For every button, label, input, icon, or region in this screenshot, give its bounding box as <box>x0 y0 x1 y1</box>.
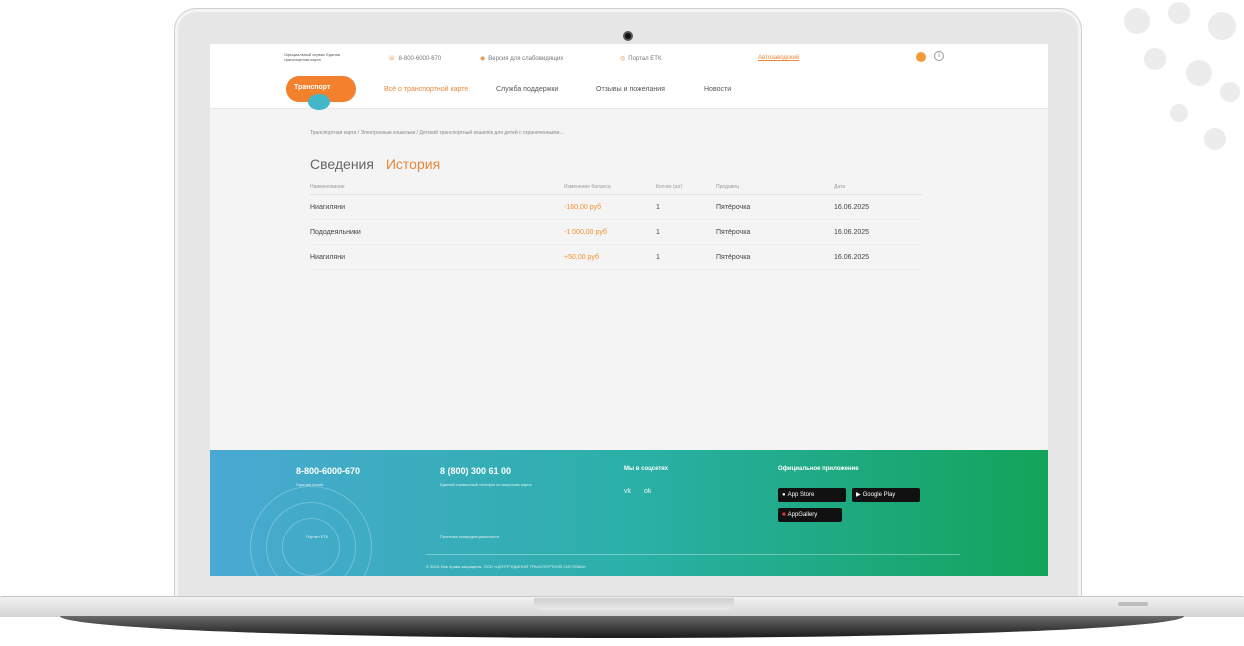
decorative-dots <box>1084 0 1244 200</box>
vk-icon[interactable]: vk <box>624 488 631 495</box>
laptop-bottom <box>60 616 1184 638</box>
row-name: Ниагиляни <box>310 244 564 270</box>
site-footer: 8-800-6000-670 Горячая линия 8 (800) 300… <box>210 450 1048 576</box>
col-seller-header: Продавец <box>716 184 834 195</box>
footer-apps-title: Официальное приложение <box>778 466 859 472</box>
user-icon[interactable]: i <box>934 51 944 61</box>
accessibility-link[interactable]: ◉ Версия для слабовидящих <box>480 55 563 62</box>
col-amount-header: Изменение баланса <box>564 184 656 195</box>
footer-social-title: Мы в соцсетях <box>624 466 669 472</box>
row-qty: 1 <box>656 244 716 270</box>
brand-note: Официальный сервис Единая транспортная к… <box>284 52 340 62</box>
notification-icon[interactable] <box>916 52 926 62</box>
footer-hotline-note: Горячая линия <box>296 482 324 487</box>
breadcrumb[interactable]: Транспортная карта / Электронные кошельк… <box>310 130 564 136</box>
table-row: Пододеяльники -1 000,00 руб 1 Пятёрочка … <box>310 219 922 245</box>
eye-icon: ◉ <box>480 56 486 62</box>
huawei-icon: ■ <box>782 512 786 518</box>
nav-item-transport-card[interactable]: Всё о транспортной карте <box>384 86 468 93</box>
row-seller: Пятёрочка <box>716 194 834 220</box>
col-name-header: Наименование <box>310 184 564 195</box>
logo-text: Транспорт <box>294 84 331 91</box>
row-qty: 1 <box>656 194 716 220</box>
row-qty: 1 <box>656 219 716 245</box>
nav-item-feedback[interactable]: Отзывы и пожелания <box>596 86 665 93</box>
laptop-indicator <box>1118 602 1148 606</box>
app-gallery-button[interactable]: ■ AppGallery <box>778 508 842 522</box>
row-seller: Пятёрочка <box>716 219 834 245</box>
footer-info-phone[interactable]: 8 (800) 300 61 00 <box>440 466 511 476</box>
laptop-hinge-notch <box>534 598 734 610</box>
footer-divider <box>426 554 960 555</box>
footer-info-note: Единый справочный телефон по вопросам ка… <box>440 482 532 487</box>
nav-item-news[interactable]: Новости <box>704 86 731 93</box>
play-icon: ▶ <box>856 492 861 498</box>
row-date: 16.06.2025 <box>834 244 922 270</box>
row-amount: -1 000,00 руб <box>564 219 656 245</box>
table-row: Ниагиляни +50,00 руб 1 Пятёрочка 16.06.2… <box>310 244 922 270</box>
phone-icon: ☏ <box>388 56 396 62</box>
google-play-button[interactable]: ▶ Google Play <box>852 488 920 502</box>
top-utility-bar: Официальный сервис Единая транспортная к… <box>210 44 1048 73</box>
portal-icon: ◎ <box>620 56 626 62</box>
ok-icon[interactable]: ok <box>644 488 651 495</box>
camera-icon <box>623 31 633 41</box>
table-header-row: Наименование Изменение баланса Кол-во (ш… <box>310 184 922 195</box>
logo[interactable]: Транспорт <box>286 76 356 110</box>
footer-copyright: © 2025. Все права защищены. ООО «ЦЕНТР Е… <box>426 564 587 569</box>
row-seller: Пятёрочка <box>716 244 834 270</box>
apple-icon: ● <box>782 492 786 498</box>
hotline-link[interactable]: ☏ 8-800-6000-670 <box>388 55 441 62</box>
footer-portal-link[interactable]: Портал ЕТК <box>306 534 328 539</box>
tab-info[interactable]: Сведения <box>310 156 374 172</box>
portal-link[interactable]: ◎ Портал ЕТК <box>620 55 661 62</box>
footer-hotline-phone[interactable]: 8-800-6000-670 <box>296 466 360 476</box>
main-nav: Транспорт Всё о транспортной карте Служб… <box>210 72 1048 110</box>
col-qty-header: Кол-во (шт) <box>656 184 716 195</box>
row-name: Ниагиляни <box>310 194 564 220</box>
tab-history[interactable]: История <box>386 156 440 172</box>
row-date: 16.06.2025 <box>834 219 922 245</box>
col-date-header: Дата <box>834 184 922 195</box>
row-amount: +50,00 руб <box>564 244 656 270</box>
row-amount: -160,00 руб <box>564 194 656 220</box>
table-row: Ниагиляни -160,00 руб 1 Пятёрочка 16.06.… <box>310 194 922 220</box>
laptop-screen: Официальный сервис Единая транспортная к… <box>210 44 1048 576</box>
nav-item-support[interactable]: Служба поддержки <box>496 86 558 93</box>
city-selector[interactable]: Автозаводский <box>758 55 799 61</box>
decorative-rings <box>282 518 340 576</box>
row-name: Пододеяльники <box>310 219 564 245</box>
app-store-button[interactable]: ● App Store <box>778 488 846 502</box>
row-date: 16.06.2025 <box>834 194 922 220</box>
footer-privacy-link[interactable]: Политика конфиденциальности <box>440 534 499 539</box>
info-tabs: Сведения История <box>310 156 440 172</box>
history-table: Наименование Изменение баланса Кол-во (ш… <box>310 184 922 270</box>
